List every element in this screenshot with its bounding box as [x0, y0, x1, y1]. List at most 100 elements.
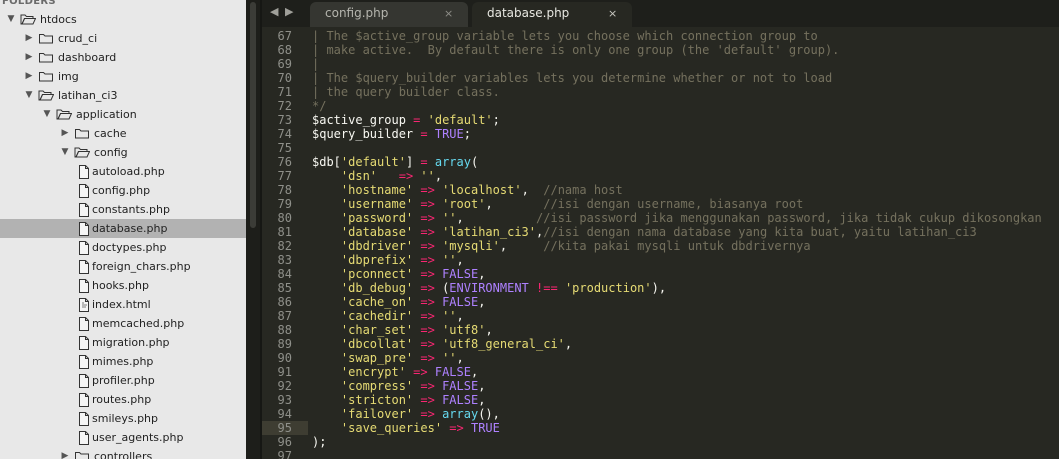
folder-item[interactable]: ▶ crud_ci: [0, 29, 246, 48]
code-line[interactable]: 'pconnect' => FALSE,: [312, 267, 486, 281]
code-line[interactable]: 'swap_pre' => '',: [312, 351, 464, 365]
folder-item[interactable]: ▶ dashboard: [0, 48, 246, 67]
code-token: ),: [651, 281, 667, 295]
code-line[interactable]: 'database' => 'latihan_ci3',//isi dengan…: [312, 225, 977, 239]
collapsed-arrow-icon[interactable]: ▶: [24, 29, 34, 48]
file-item[interactable]: database.php: [0, 219, 246, 238]
file-item[interactable]: routes.php: [0, 390, 246, 409]
expanded-arrow-icon[interactable]: ▼: [42, 105, 52, 124]
file-item[interactable]: mimes.php: [0, 352, 246, 371]
code-line[interactable]: 'db_debug' => (ENVIRONMENT !== 'producti…: [312, 281, 666, 295]
file-item[interactable]: index.html: [0, 295, 246, 314]
code-token: */: [312, 99, 327, 113]
code-line[interactable]: 'compress' => FALSE,: [312, 379, 486, 393]
tree-item-label: dashboard: [58, 51, 117, 64]
folder-open-icon: [56, 105, 73, 124]
forward-arrow-icon[interactable]: ▶: [285, 5, 293, 18]
code-line[interactable]: | The $query_builder variables lets you …: [312, 71, 832, 85]
line-number: 74: [277, 127, 292, 141]
expanded-arrow-icon[interactable]: ▼: [6, 10, 16, 29]
file-icon: [76, 428, 92, 447]
code-token: =>: [420, 295, 435, 309]
code-line[interactable]: 'password' => '', //isi password jika me…: [312, 211, 1042, 225]
folder-item[interactable]: ▼ application: [0, 105, 246, 124]
collapsed-arrow-icon[interactable]: ▶: [60, 124, 70, 143]
tab-database-php[interactable]: database.php ×: [472, 2, 632, 27]
file-item[interactable]: hooks.php: [0, 276, 246, 295]
file-item[interactable]: memcached.php: [0, 314, 246, 333]
file-item[interactable]: constants.php: [0, 200, 246, 219]
code-line[interactable]: 'dsn' => '',: [312, 169, 442, 183]
code-line[interactable]: 'cachedir' => '',: [312, 309, 464, 323]
sidebar: FOLDERS ▼ htdocs ▶ crud_ci ▶ dashboard ▶ img ▼ la…: [0, 0, 246, 459]
code-line[interactable]: 'dbprefix' => '',: [312, 253, 464, 267]
code-token: (: [434, 281, 450, 295]
file-item[interactable]: smileys.php: [0, 409, 246, 428]
tab-config-php[interactable]: config.php ×: [310, 2, 468, 27]
folder-item[interactable]: ▼ config: [0, 143, 246, 162]
scrollbar-thumb[interactable]: [250, 2, 256, 228]
code-token: 'password': [340, 211, 414, 225]
code-token: //isi dengan nama database yang kita bua…: [543, 225, 977, 239]
code-line[interactable]: 'hostname' => 'localhost', //nama host: [312, 183, 623, 197]
code-line[interactable]: 'encrypt' => FALSE,: [312, 365, 478, 379]
code-token: =>: [420, 351, 435, 365]
code-editor[interactable]: 67 | The $active_group variable lets you …: [262, 27, 1059, 459]
code-token: 'save_queries': [340, 421, 443, 435]
sidebar-scrollbar[interactable]: [246, 0, 260, 459]
code-line[interactable]: 'char_set' => 'utf8',: [312, 323, 493, 337]
code-line[interactable]: | the query builder class.: [312, 85, 500, 99]
tab-close-icon[interactable]: ×: [444, 7, 453, 20]
code-line[interactable]: $query_builder = TRUE;: [312, 127, 471, 141]
code-line[interactable]: $active_group = 'default';: [312, 113, 500, 127]
code-line[interactable]: 'dbcollat' => 'utf8_general_ci',: [312, 337, 572, 351]
tree-item-label: config.php: [92, 184, 151, 197]
code-line[interactable]: 'username' => 'root', //isi dengan usern…: [312, 197, 803, 211]
collapsed-arrow-icon[interactable]: ▶: [60, 447, 70, 459]
code-line[interactable]: );: [312, 435, 326, 449]
file-item[interactable]: autoload.php: [0, 162, 246, 181]
tree-item-label: user_agents.php: [92, 431, 184, 444]
tab-close-icon[interactable]: ×: [608, 7, 617, 20]
folder-item[interactable]: ▶ cache: [0, 124, 246, 143]
folder-item[interactable]: ▼ latihan_ci3: [0, 86, 246, 105]
collapsed-arrow-icon[interactable]: ▶: [24, 67, 34, 86]
folder-item[interactable]: ▶ img: [0, 67, 246, 86]
file-item[interactable]: migration.php: [0, 333, 246, 352]
code-token: =>: [420, 337, 435, 351]
collapsed-arrow-icon[interactable]: ▶: [24, 48, 34, 67]
line-number: 95: [277, 421, 292, 435]
code-token: '': [442, 351, 457, 365]
code-line[interactable]: 'cache_on' => FALSE,: [312, 295, 486, 309]
code-line[interactable]: 'save_queries' => TRUE: [312, 421, 500, 435]
file-item[interactable]: config.php: [0, 181, 246, 200]
code-line[interactable]: */: [312, 99, 326, 113]
code-line[interactable]: 'failover' => array(),: [312, 407, 500, 421]
file-item[interactable]: user_agents.php: [0, 428, 246, 447]
code-line[interactable]: $db['default'] = array(: [312, 155, 478, 169]
code-line[interactable]: |: [312, 57, 319, 71]
code-line[interactable]: 'dbdriver' => 'mysqli', //kita pakai mys…: [312, 239, 811, 253]
code-token: TRUE: [470, 421, 500, 435]
tree-item-label: constants.php: [92, 203, 170, 216]
file-item[interactable]: profiler.php: [0, 371, 246, 390]
code-line[interactable]: | The $active_group variable lets you ch…: [312, 29, 818, 43]
expanded-arrow-icon[interactable]: ▼: [60, 143, 70, 162]
expanded-arrow-icon[interactable]: ▼: [24, 86, 34, 105]
file-item[interactable]: foreign_chars.php: [0, 257, 246, 276]
line-number: 67: [277, 29, 292, 43]
code-line[interactable]: | make active. By default there is only …: [312, 43, 839, 57]
code-line[interactable]: 'stricton' => FALSE,: [312, 393, 486, 407]
folder-item[interactable]: ▼ htdocs: [0, 10, 246, 29]
file-item[interactable]: doctypes.php: [0, 238, 246, 257]
folder-item[interactable]: ▶ controllers: [0, 447, 246, 459]
back-arrow-icon[interactable]: ◀: [270, 5, 278, 18]
